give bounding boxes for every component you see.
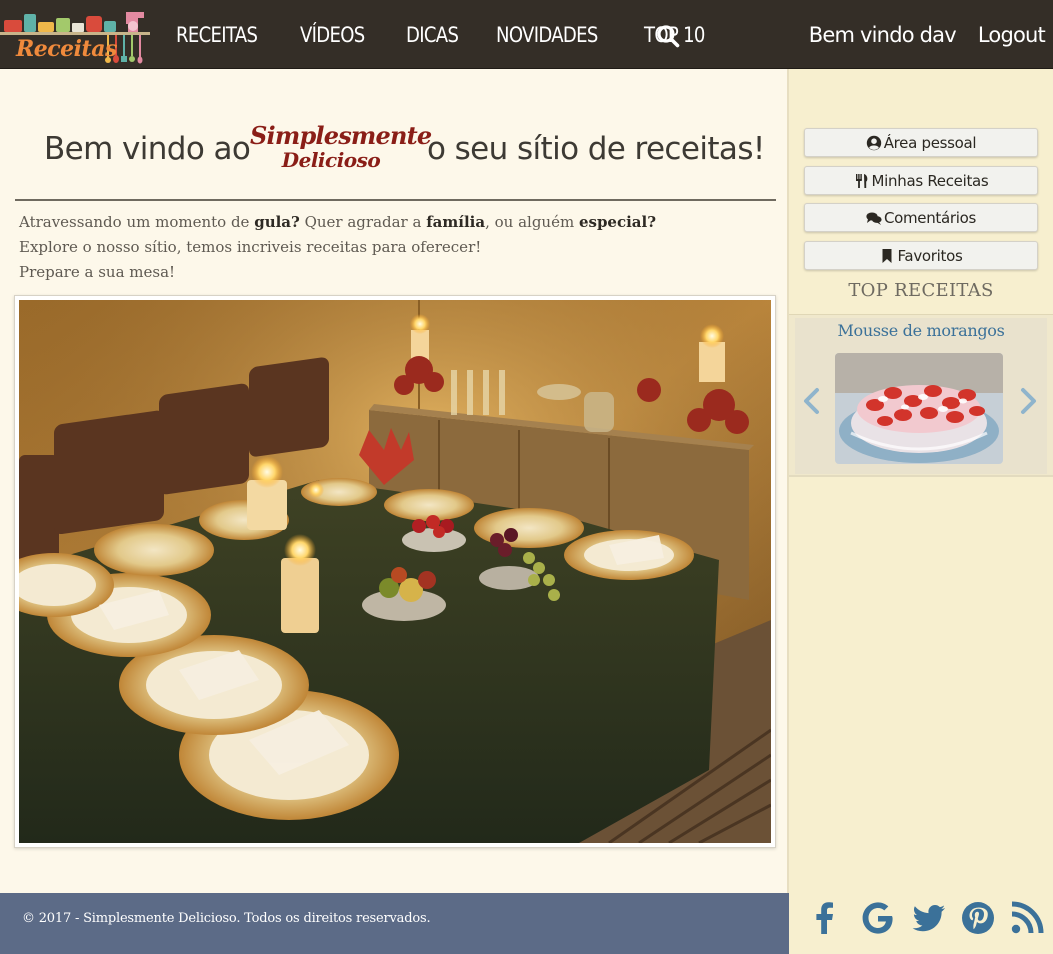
welcome-heading: Bem vindo ao Simplesmente Delicioso o se… [0,69,789,172]
top-recipes-carousel: Mousse de morangos [789,314,1053,477]
google-icon[interactable] [860,900,896,936]
carousel-recipe-title[interactable]: Mousse de morangos [789,321,1053,340]
user-circle-icon [866,135,881,150]
nav-receitas[interactable]: RECEITAS [176,23,258,47]
twitter-icon[interactable] [911,900,947,936]
carousel-recipe-image[interactable] [835,353,1003,464]
area-pessoal-button[interactable]: Área pessoal [804,128,1038,157]
main-content: Bem vindo ao Simplesmente Delicioso o se… [0,69,789,893]
minhas-receitas-button[interactable]: Minhas Receitas [804,166,1038,195]
top-receitas-title: TOP RECEITAS [848,280,994,301]
brand-line1: Simplesmente [250,121,432,150]
heading-prefix: Bem vindo ao [44,131,251,167]
nav-dicas[interactable]: DICAS [406,23,459,47]
strawberry-mousse-photo [835,353,1003,464]
cutlery-icon [855,173,867,188]
logout-link[interactable]: Logout [978,23,1046,47]
carousel-next-icon[interactable] [1019,387,1039,415]
brand-logo: Simplesmente Delicioso [250,121,432,187]
carousel-prev-icon[interactable] [801,387,821,415]
hero-image-frame [14,295,776,848]
nav-novidades[interactable]: NOVIDADES [496,23,598,47]
favoritos-button[interactable]: Favoritos [804,241,1038,270]
nav-videos[interactable]: VÍDEOS [300,23,365,47]
minhas-receitas-label: Minhas Receitas [871,171,989,190]
intro-line-2: Explore o nosso sítio, temos incriveis r… [19,238,482,256]
pinterest-icon[interactable] [960,900,996,936]
bookmark-icon [882,248,892,263]
user-area: Bem vindo dav Logout [809,0,1046,69]
rss-icon[interactable] [1009,900,1045,936]
area-pessoal-label: Área pessoal [883,133,977,152]
brand-line2: Delicioso [281,148,381,172]
comments-icon [866,212,882,225]
welcome-user-link[interactable]: Bem vindo dav [809,23,957,47]
top-navbar: Receitas RECEITAS VÍDEOS DICAS NOVIDADES… [0,0,1053,69]
intro-text: Atravessando um momento de gula? Quer ag… [19,210,759,285]
intro-line-3: Prepare a sua mesa! [19,263,176,281]
page-footer: © 2017 - Simplesmente Delicioso. Todos o… [0,893,789,954]
copyright-text: © 2017 - Simplesmente Delicioso. Todos o… [22,911,431,926]
logo-wordmark: Receitas [16,36,117,62]
search-icon[interactable] [656,24,680,48]
comentarios-label: Comentários [883,208,977,227]
heading-suffix: o seu sítio de receitas! [427,131,765,167]
intro-line-1: Atravessando um momento de gula? Quer ag… [19,213,657,231]
comentarios-button[interactable]: Comentários [804,203,1038,232]
sidebar: Área pessoal Minhas Receitas Comentários… [789,69,1053,954]
facebook-icon[interactable] [807,900,843,936]
social-links [789,892,1053,954]
dinner-table-photo [19,300,771,843]
site-logo[interactable]: Receitas [0,6,153,64]
heading-divider [15,199,776,201]
favoritos-label: Favoritos [897,246,963,265]
